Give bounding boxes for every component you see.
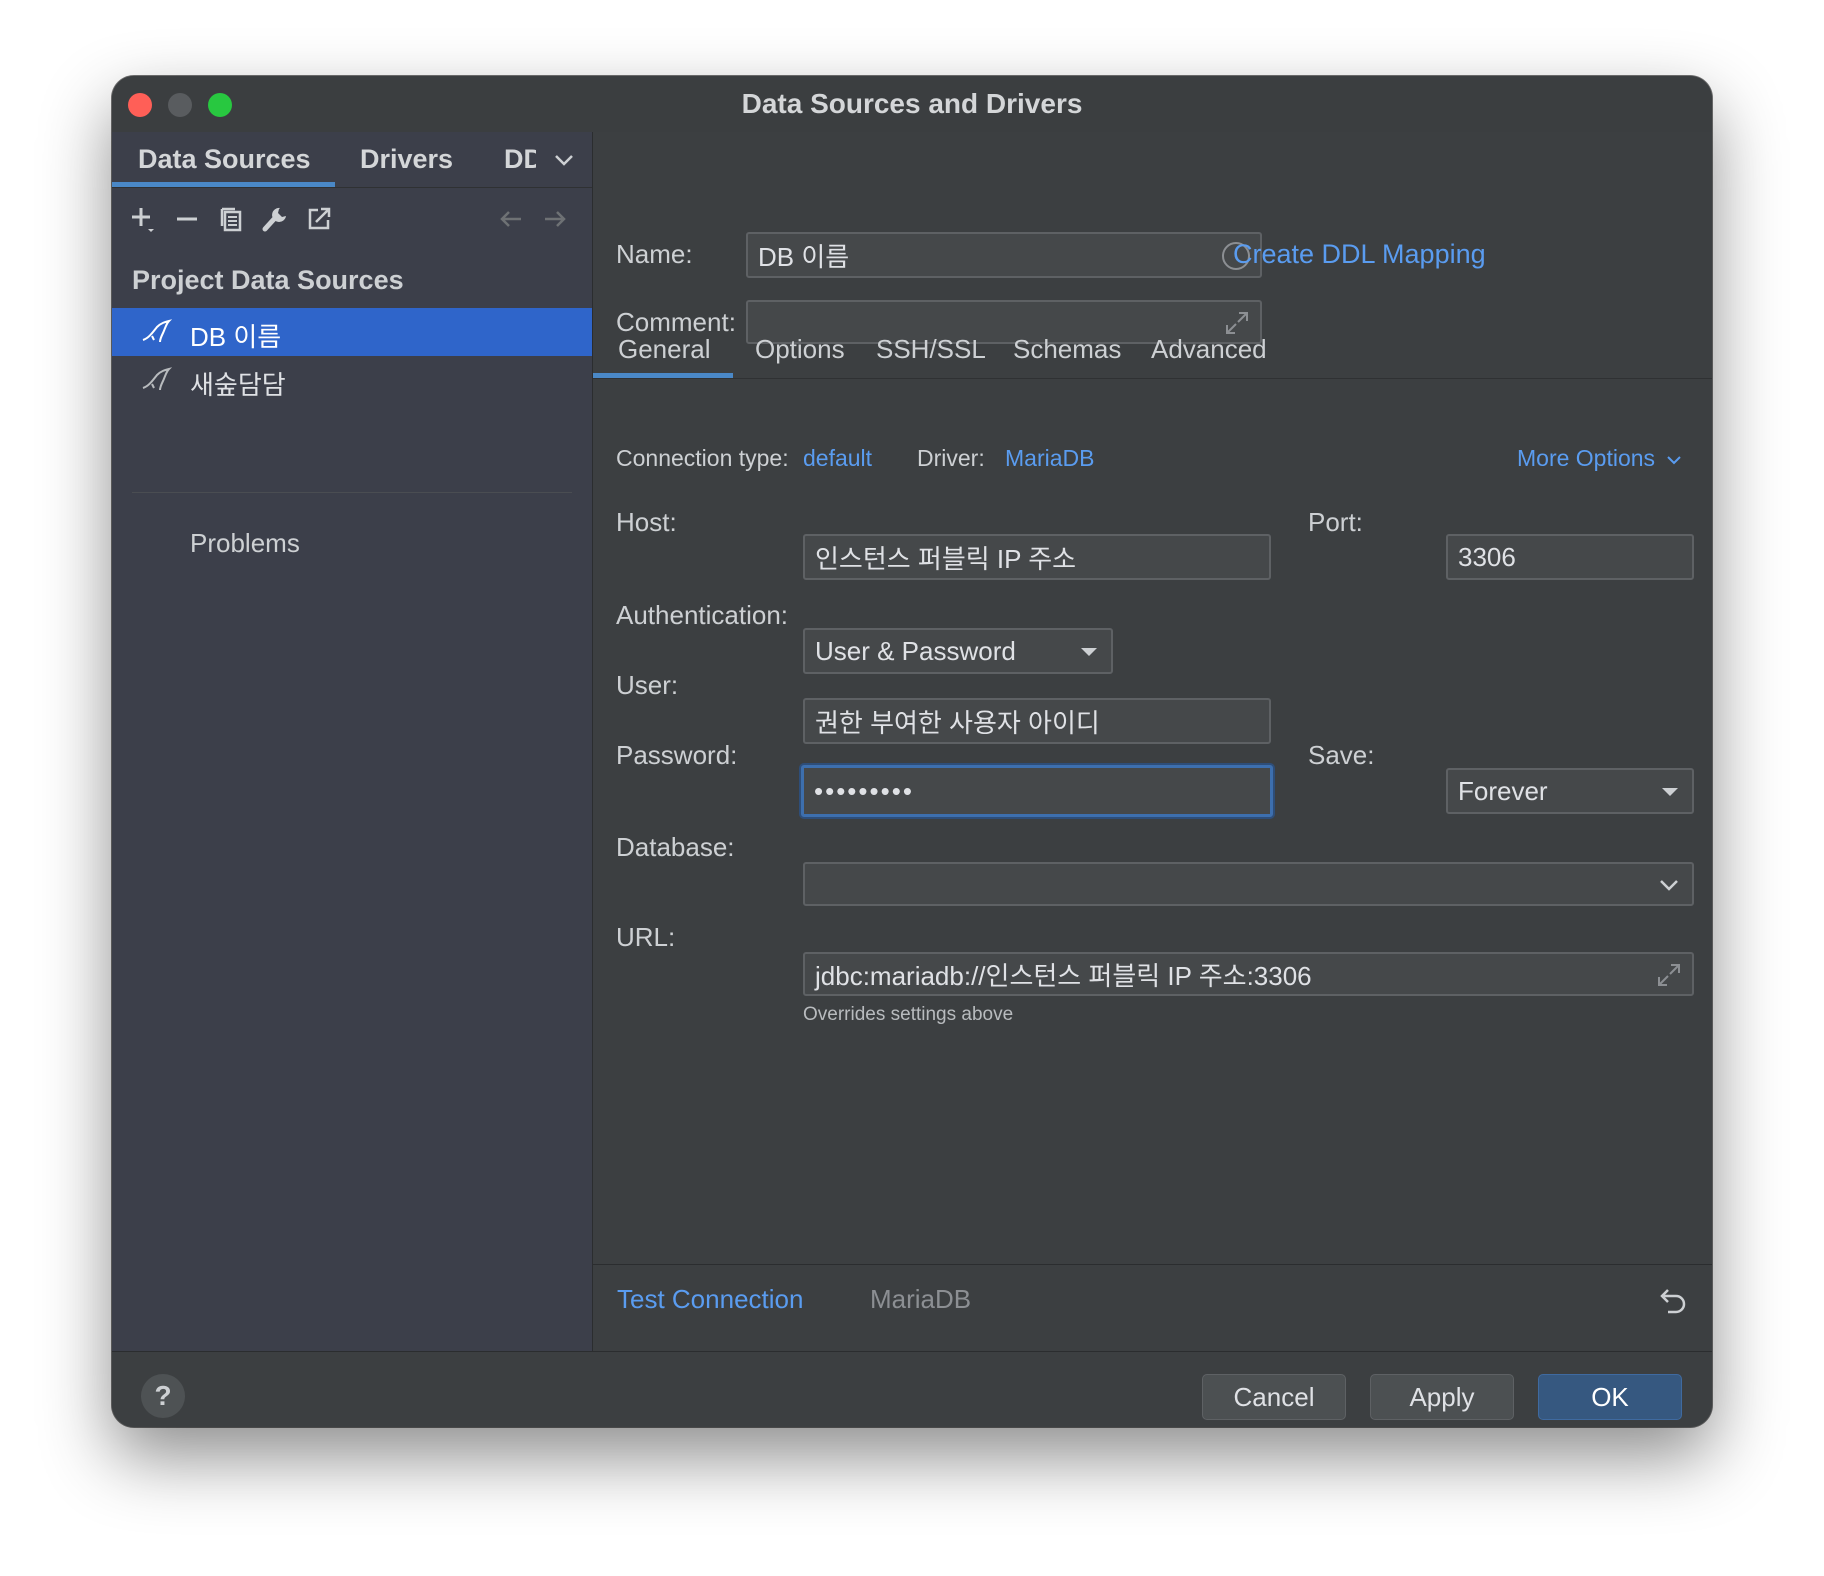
problems-item[interactable]: Problems (190, 528, 300, 559)
save-label: Save: (1308, 740, 1375, 770)
expand-icon[interactable] (1656, 962, 1682, 988)
driver-link[interactable]: MariaDB (1005, 445, 1094, 472)
active-tab-underline (593, 373, 733, 378)
tab-ddl[interactable]: DDL (504, 144, 536, 175)
export-icon[interactable] (302, 202, 336, 236)
more-options-link[interactable]: More Options (1517, 445, 1683, 472)
chevron-down-icon (1667, 456, 1682, 465)
authentication-value: User & Password (815, 635, 1016, 666)
back-arrow-icon[interactable] (494, 202, 528, 236)
driver-name-label: MariaDB (870, 1284, 972, 1314)
password-field[interactable]: ••••••••• (801, 765, 1273, 817)
user-field[interactable]: 권한 부여한 사용자 아이디 (803, 698, 1271, 744)
tab-drivers[interactable]: Drivers (360, 144, 453, 175)
tab-options[interactable]: Options (755, 334, 845, 365)
tab-advanced[interactable]: Advanced (1151, 334, 1267, 365)
remove-icon[interactable] (170, 202, 204, 236)
create-ddl-mapping-link[interactable]: Create DDL Mapping (1233, 239, 1486, 270)
database-dropdown[interactable] (803, 862, 1694, 906)
sidebar-divider (132, 492, 572, 493)
bottom-divider (593, 1264, 1712, 1265)
host-field[interactable]: 인스턴스 퍼블릭 IP 주소 (803, 534, 1271, 580)
active-tab-underline (112, 182, 335, 187)
port-field[interactable]: 3306 (1446, 534, 1694, 580)
tab-data-sources[interactable]: Data Sources (138, 144, 311, 175)
data-source-label: DB 이름 (190, 322, 282, 352)
user-value: 권한 부여한 사용자 아이디 (815, 707, 1100, 738)
settings-tab-bar: General Options SSH/SSL Schemas Advanced (593, 322, 1712, 379)
right-pane: Name: DB 이름 Create DDL Mapping Comment: … (593, 132, 1712, 1351)
save-dropdown[interactable]: Forever (1446, 768, 1694, 814)
tab-schemas[interactable]: Schemas (1013, 334, 1121, 365)
authentication-label: Authentication: (616, 600, 789, 630)
port-label: Port: (1308, 507, 1363, 537)
mariadb-icon (142, 319, 172, 343)
url-hint: Overrides settings above (803, 1004, 1014, 1025)
wrench-icon[interactable] (258, 202, 292, 236)
cancel-button[interactable]: Cancel (1202, 1374, 1346, 1420)
port-value: 3306 (1458, 541, 1516, 572)
url-value: jdbc:mariadb://인스턴스 퍼블릭 IP 주소:3306 (815, 960, 1312, 991)
data-source-item[interactable]: 새숲담담 (112, 356, 592, 404)
tab-ssh-ssl[interactable]: SSH/SSL (876, 334, 986, 365)
left-pane: Data Sources Drivers DDL (112, 132, 593, 1411)
url-label: URL: (616, 922, 676, 952)
dialog-footer: ? Cancel Apply OK (112, 1351, 1712, 1427)
left-toolbar (112, 188, 592, 248)
add-icon[interactable] (126, 202, 160, 236)
name-label: Name: (616, 239, 693, 269)
driver-label: Driver: (917, 445, 985, 471)
help-button[interactable]: ? (141, 1374, 185, 1418)
left-tab-bar: Data Sources Drivers DDL (112, 132, 592, 188)
apply-button[interactable]: Apply (1370, 1374, 1514, 1420)
name-value: DB 이름 (758, 241, 850, 272)
data-source-item[interactable]: DB 이름 (112, 308, 592, 356)
connection-type-link[interactable]: default (803, 445, 872, 472)
password-value: ••••••••• (814, 775, 914, 806)
authentication-dropdown[interactable]: User & Password (803, 628, 1113, 674)
user-label: User: (616, 670, 679, 700)
dialog-window: Data Sources and Drivers Data Sources Dr… (112, 76, 1712, 1427)
data-source-label: 새숲담담 (190, 370, 286, 400)
project-data-sources-heading: Project Data Sources (132, 265, 404, 295)
test-connection-link[interactable]: Test Connection (617, 1284, 803, 1315)
window-title: Data Sources and Drivers (741, 88, 1083, 119)
duplicate-icon[interactable] (214, 202, 248, 236)
forward-arrow-icon[interactable] (538, 202, 572, 236)
tab-general[interactable]: General (618, 334, 711, 365)
dropdown-arrow-icon (1662, 788, 1678, 796)
dropdown-arrow-icon (1081, 648, 1097, 656)
host-label: Host: (616, 507, 677, 537)
ok-button[interactable]: OK (1538, 1374, 1682, 1420)
url-field[interactable]: jdbc:mariadb://인스턴스 퍼블릭 IP 주소:3306 (803, 952, 1694, 996)
mariadb-icon (142, 367, 172, 391)
chevron-down-icon (1660, 880, 1678, 891)
title-bar: Data Sources and Drivers (112, 76, 1712, 132)
revert-icon[interactable] (1656, 1286, 1688, 1318)
more-options-label: More Options (1517, 445, 1656, 471)
save-value: Forever (1458, 775, 1548, 806)
chevron-down-icon[interactable] (550, 146, 578, 174)
name-field[interactable]: DB 이름 (746, 232, 1262, 278)
database-label: Database: (616, 832, 735, 862)
connection-type-label: Connection type: (616, 445, 789, 471)
host-value: 인스턴스 퍼블릭 IP 주소 (815, 543, 1077, 574)
password-label: Password: (616, 740, 738, 770)
